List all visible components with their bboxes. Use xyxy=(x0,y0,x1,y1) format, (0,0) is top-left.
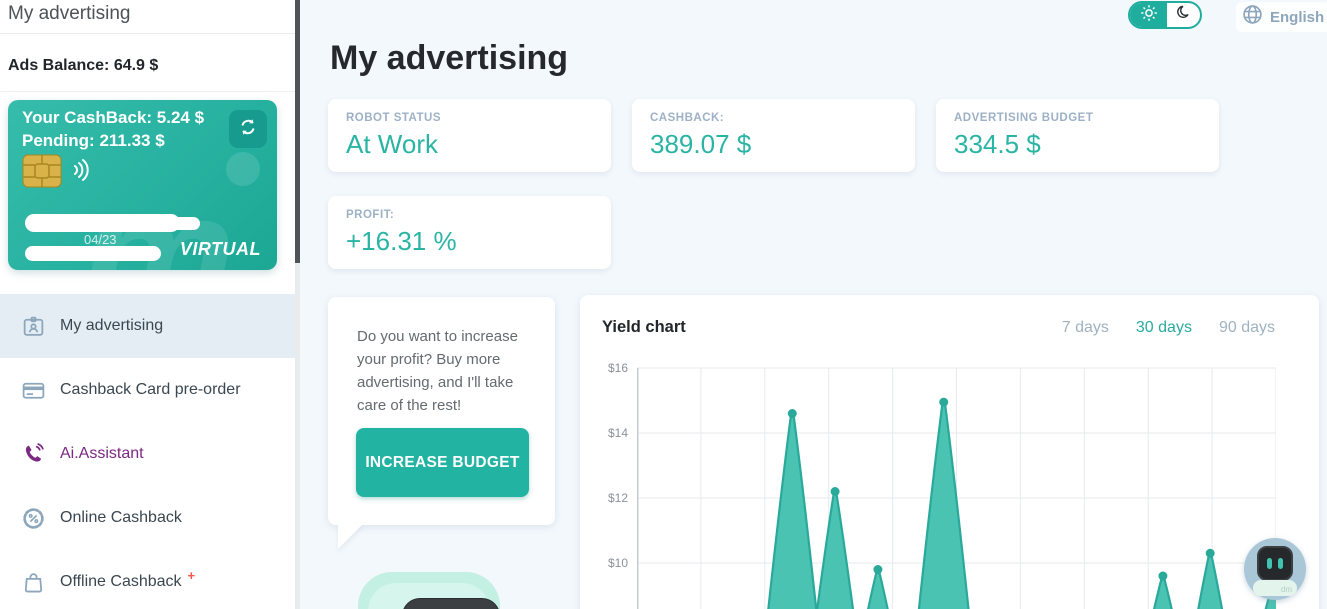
phone-icon xyxy=(20,441,46,467)
sidebar-item-label: Cashback Card pre-order xyxy=(60,381,241,398)
id-badge-icon xyxy=(20,313,46,339)
tab-90-days[interactable]: 90 days xyxy=(1219,319,1275,337)
assistant-message: Do you want to increase your profit? Buy… xyxy=(357,328,518,414)
card-watermark-dot xyxy=(226,152,260,186)
chat-robot-button[interactable]: dm xyxy=(1244,538,1306,600)
stat-value: 334.5 $ xyxy=(954,129,1041,159)
dark-mode-segment[interactable] xyxy=(1167,3,1200,27)
sidebar-item-cashback-card-pre-order[interactable]: Cashback Card pre-order xyxy=(0,358,295,422)
emv-chip-icon xyxy=(22,154,62,193)
theme-toggle[interactable] xyxy=(1128,1,1202,29)
stat-value: 389.07 $ xyxy=(650,129,752,159)
moon-icon xyxy=(1175,4,1192,26)
cashback-card: m Your CashBack: 5.24 $ Pending: 211.33 … xyxy=(8,100,277,270)
sidebar-item-label: Online Cashback xyxy=(60,509,182,526)
sidebar-item-label: Offline Cashback xyxy=(60,573,182,590)
percent-badge-icon xyxy=(20,505,46,531)
redacted-card-number xyxy=(158,217,200,230)
y-axis-tick: $14 xyxy=(607,426,628,440)
sidebar-item-my-advertising[interactable]: My advertising xyxy=(0,294,295,358)
robot-body: dm xyxy=(1253,580,1297,596)
robot-eye xyxy=(1278,558,1283,569)
divider xyxy=(0,91,295,92)
increase-budget-button[interactable]: INCREASE BUDGET xyxy=(356,428,529,497)
refresh-button[interactable] xyxy=(229,110,267,148)
language-label: English xyxy=(1270,8,1325,26)
ads-balance: Ads Balance: 64.9 $ xyxy=(8,57,159,74)
sidebar-item-label: My advertising xyxy=(60,317,164,334)
speech-bubble-tail xyxy=(338,523,364,549)
robot-eye xyxy=(1267,558,1272,569)
tab-30-days[interactable]: 30 days xyxy=(1136,319,1192,337)
sidebar-item-label: Ai.Assistant xyxy=(60,445,144,462)
y-axis-tick: $10 xyxy=(607,556,628,570)
robot-icon xyxy=(1257,546,1293,581)
y-axis-tick: $16 xyxy=(607,361,628,375)
stat-label: PROFIT: xyxy=(346,209,395,221)
stat-label: ADVERTISING BUDGET xyxy=(954,112,1094,124)
sidebar: My advertising Ads Balance: 64.9 $ m You… xyxy=(0,0,295,609)
stat-value: +16.31 % xyxy=(346,226,457,256)
profit-card: PROFIT: +16.31 % xyxy=(328,196,611,269)
chart-range-tabs: 7 days 30 days 90 days xyxy=(1062,319,1275,337)
yield-chart-card: Yield chart 7 days 30 days 90 days $16 $1… xyxy=(580,295,1319,609)
robot-face-screen xyxy=(402,598,500,609)
sun-icon xyxy=(1140,4,1158,27)
advertising-budget-card: ADVERTISING BUDGET 334.5 $ xyxy=(936,99,1219,172)
sidebar-item-offline-cashback[interactable]: Offline Cashback + xyxy=(0,550,295,609)
credit-card-icon xyxy=(20,377,46,403)
chart-title: Yield chart xyxy=(602,318,686,336)
card-pending-amount: Pending: 211.33 $ xyxy=(22,131,165,150)
app-root: My advertising Ads Balance: 64.9 $ m You… xyxy=(0,0,1327,609)
assistant-speech-bubble: Do you want to increase your profit? Buy… xyxy=(328,297,555,525)
y-axis-tick: $12 xyxy=(607,491,628,505)
chat-button-label: dm xyxy=(1280,585,1292,594)
globe-icon xyxy=(1242,4,1263,30)
shopping-bag-icon xyxy=(20,569,46,595)
robot-mascot xyxy=(358,572,500,609)
sidebar-menu: My advertising Cashback Card pre-order A… xyxy=(0,294,295,609)
sidebar-scrollbar-thumb[interactable] xyxy=(295,0,300,263)
robot-status-card: ROBOT STATUS At Work xyxy=(328,99,611,172)
redacted-card-number xyxy=(25,214,180,232)
tab-7-days[interactable]: 7 days xyxy=(1062,319,1109,337)
refresh-icon xyxy=(238,117,258,142)
new-badge: + xyxy=(187,567,196,583)
light-mode-segment[interactable] xyxy=(1130,3,1167,27)
sidebar-item-online-cashback[interactable]: Online Cashback xyxy=(0,486,295,550)
divider xyxy=(0,33,295,34)
stat-value: At Work xyxy=(346,129,438,159)
virtual-label: VIRTUAL xyxy=(179,239,261,259)
cashback-card-stat: CASHBACK: 389.07 $ xyxy=(632,99,915,172)
stat-label: CASHBACK: xyxy=(650,112,725,124)
yield-area-chart xyxy=(637,367,1276,609)
language-selector[interactable]: English xyxy=(1236,2,1327,32)
sidebar-title: My advertising xyxy=(8,3,131,24)
card-cashback-amount: Your CashBack: 5.24 $ xyxy=(22,108,205,127)
stat-label: ROBOT STATUS xyxy=(346,112,442,124)
sidebar-item-ai-assistant[interactable]: Ai.Assistant xyxy=(0,422,295,486)
card-expiry: 04/23 xyxy=(84,232,117,247)
contactless-icon xyxy=(72,158,90,187)
redacted-card-holder xyxy=(25,246,161,261)
page-title: My advertising xyxy=(330,38,569,77)
